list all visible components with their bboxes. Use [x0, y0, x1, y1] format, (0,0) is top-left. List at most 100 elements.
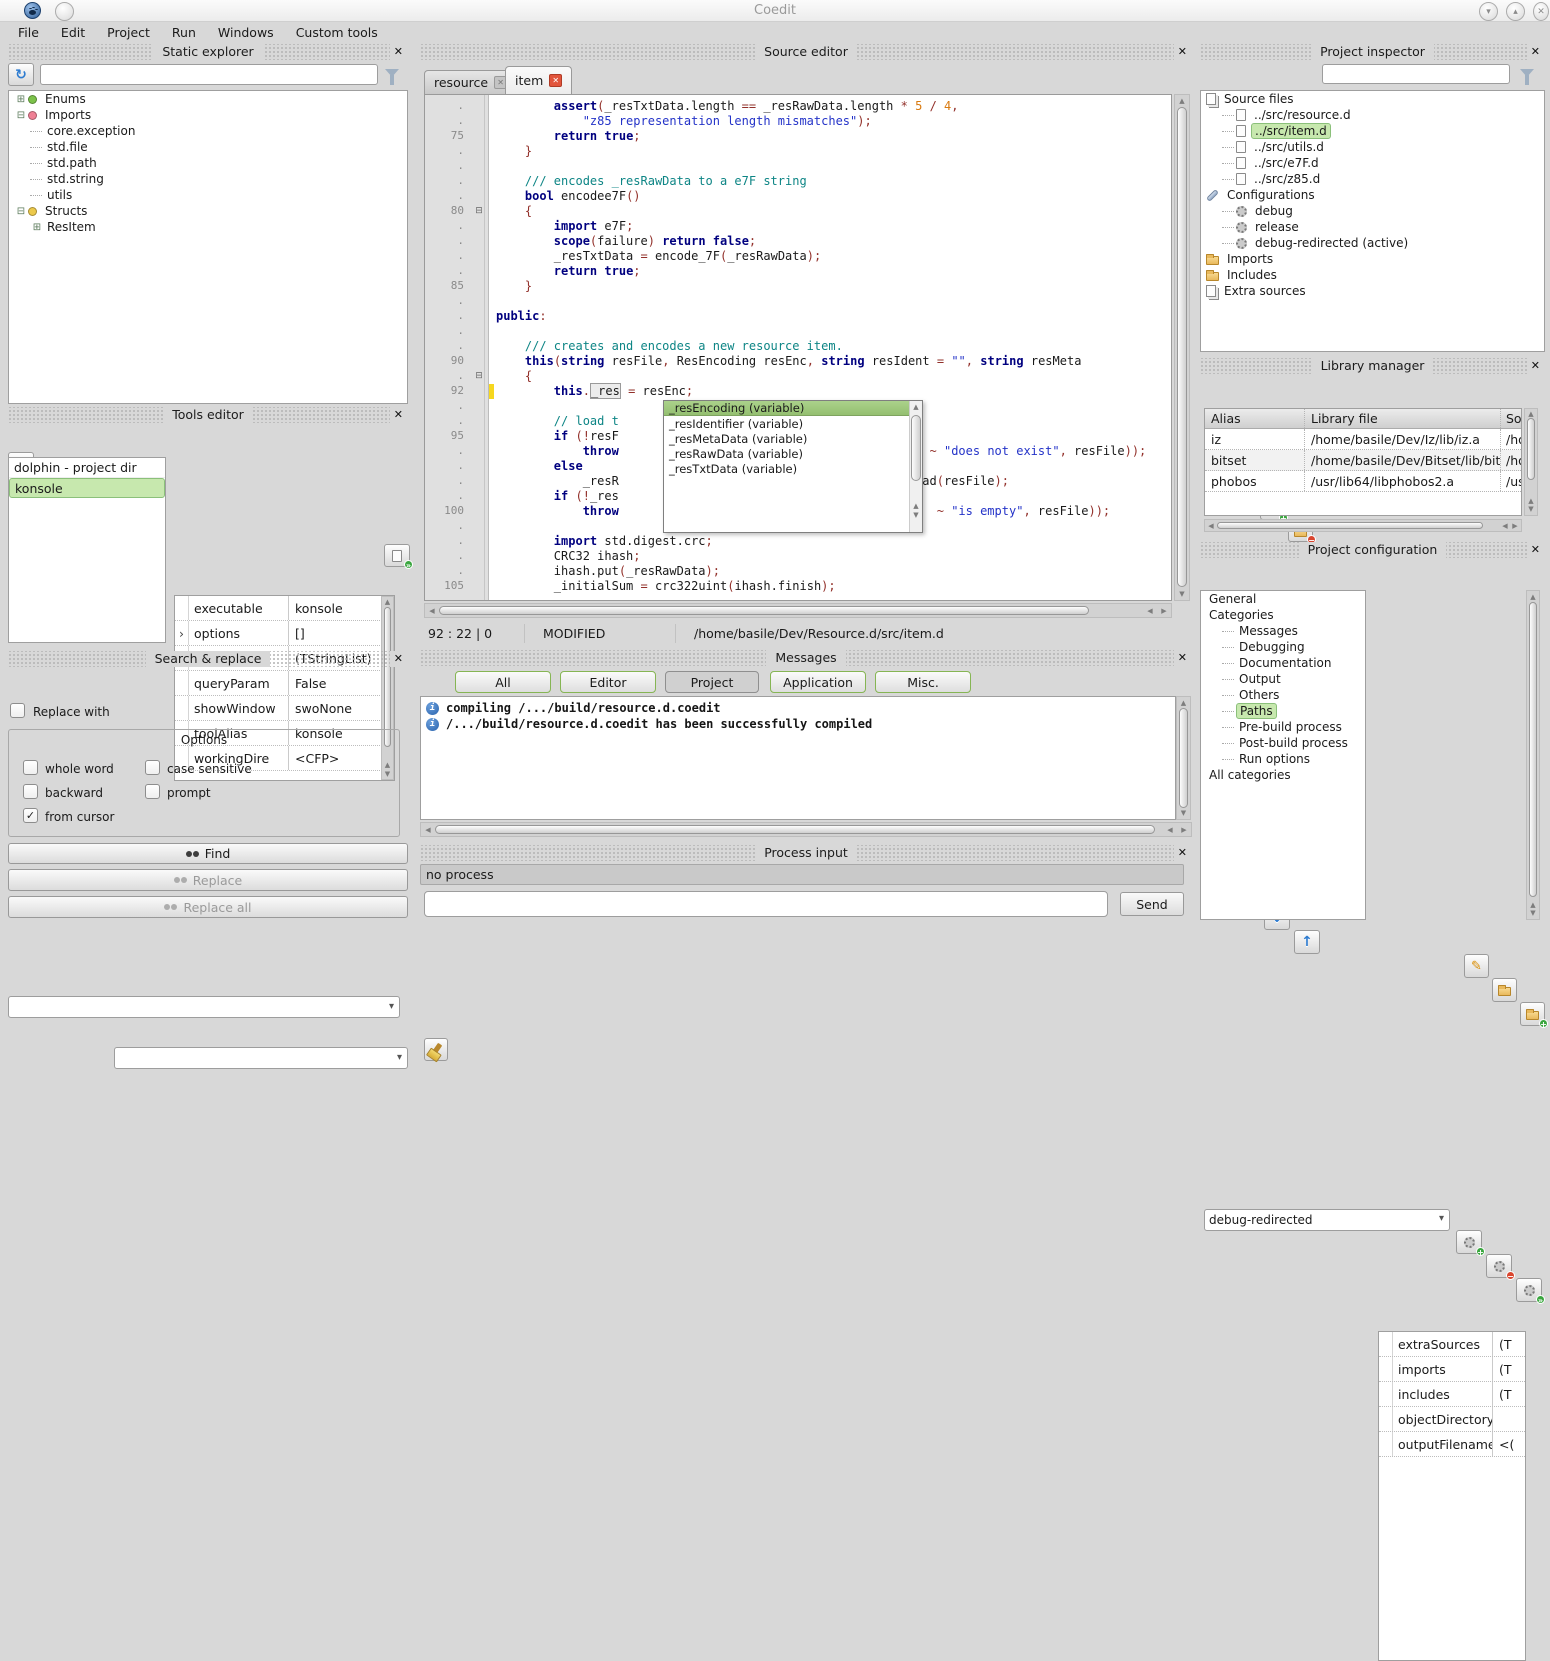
tree-item[interactable]: std.path: [9, 155, 407, 171]
project-inspector-filter-input[interactable]: [1322, 64, 1510, 84]
code-line[interactable]: . import std.digest.crc;: [425, 534, 1171, 549]
editor-hscrollbar[interactable]: ◀ ◀ ▶: [424, 603, 1172, 618]
code-line[interactable]: . ihash.put(_resRawData);: [425, 564, 1171, 579]
popup-scrollbar[interactable]: ▲ ▲ ▼: [909, 401, 922, 532]
code-line[interactable]: .⊟ {: [425, 369, 1171, 384]
tree-item[interactable]: std.string: [9, 171, 407, 187]
tree-item[interactable]: Run options: [1201, 751, 1365, 767]
minimize-button[interactable]: ▾: [1479, 2, 1498, 21]
property-row[interactable]: outputFilename<(: [1379, 1432, 1525, 1457]
completion-item[interactable]: _resIdentifier (variable): [664, 416, 909, 431]
menu-windows[interactable]: Windows: [208, 23, 284, 42]
library-row[interactable]: phobos/usr/lib64/libphobos2.a/us: [1205, 471, 1521, 492]
add-configuration-button[interactable]: +: [1456, 1230, 1482, 1254]
tree-item[interactable]: Includes: [1201, 267, 1544, 283]
property-row[interactable]: showWindowswoNone: [175, 696, 394, 721]
tree-item[interactable]: Debugging: [1201, 639, 1365, 655]
editor-vscrollbar[interactable]: ▲ ▼: [1174, 94, 1190, 601]
static-explorer-search-input[interactable]: [40, 64, 378, 85]
code-line[interactable]: . assert(_resTxtData.length == _resRawDa…: [425, 99, 1171, 114]
close-panel-icon[interactable]: ✕: [390, 651, 407, 667]
expander-icon[interactable]: ⊟: [14, 110, 28, 121]
clear-messages-button[interactable]: [424, 1038, 448, 1061]
code-line[interactable]: . bool encodee7F(): [425, 189, 1171, 204]
tree-item[interactable]: Source files: [1201, 91, 1544, 107]
code-line[interactable]: 80⊟ {: [425, 204, 1171, 219]
code-line[interactable]: . /// creates and encodes a new resource…: [425, 339, 1171, 354]
filter-clear-button[interactable]: [1520, 66, 1540, 86]
property-row[interactable]: extraSources(T: [1379, 1332, 1525, 1357]
completion-item[interactable]: _resRawData (variable): [664, 446, 909, 461]
property-row[interactable]: executablekonsole: [175, 596, 394, 621]
code-line[interactable]: . import e7F;: [425, 219, 1171, 234]
backward-checkbox[interactable]: [23, 784, 38, 799]
add-library-folder-button[interactable]: +: [1520, 1002, 1545, 1026]
filter-clear-button[interactable]: [385, 66, 405, 86]
tree-item[interactable]: Messages: [1201, 623, 1365, 639]
edit-library-button[interactable]: ✎: [1464, 954, 1489, 978]
maximize-button[interactable]: ▴: [1506, 2, 1525, 21]
property-row[interactable]: includes(T: [1379, 1382, 1525, 1407]
tab-resource[interactable]: resource ✕: [424, 70, 517, 94]
close-panel-icon[interactable]: ✕: [390, 44, 407, 60]
tree-item[interactable]: Documentation: [1201, 655, 1365, 671]
code-line[interactable]: 105 _initialSum = crc322uint(ihash.finis…: [425, 579, 1171, 594]
tree-item[interactable]: core.exception: [9, 123, 407, 139]
tree-item[interactable]: Configurations: [1201, 187, 1544, 203]
messages-vscrollbar[interactable]: ▲ ▼: [1176, 696, 1191, 820]
search-term-combo[interactable]: ▾: [8, 996, 400, 1018]
tool-list-item[interactable]: dolphin - project dir: [9, 458, 165, 478]
replace-all-button[interactable]: Replace all: [8, 896, 408, 918]
tree-item[interactable]: Pre-build process: [1201, 719, 1365, 735]
menu-edit[interactable]: Edit: [51, 23, 95, 42]
tree-item[interactable]: Paths: [1201, 703, 1365, 719]
replace-with-checkbox[interactable]: [10, 703, 25, 718]
completion-item[interactable]: _resEncoding (variable): [664, 401, 909, 416]
tree-item[interactable]: Post-build process: [1201, 735, 1365, 751]
messages-filter-project[interactable]: Project: [665, 671, 759, 693]
remove-configuration-button[interactable]: −: [1486, 1254, 1512, 1278]
whole-word-checkbox[interactable]: [23, 760, 38, 775]
tree-item[interactable]: Output: [1201, 671, 1365, 687]
close-panel-icon[interactable]: ✕: [1174, 650, 1191, 666]
replace-button[interactable]: Replace: [8, 869, 408, 891]
open-library-folder-button[interactable]: [1492, 978, 1517, 1002]
property-row[interactable]: objectDirectory: [1379, 1407, 1525, 1432]
tree-item[interactable]: debug-redirected (active): [1201, 235, 1544, 251]
property-row[interactable]: imports(T: [1379, 1357, 1525, 1382]
tree-item[interactable]: General: [1201, 591, 1365, 607]
messages-filter-application[interactable]: Application: [770, 671, 866, 693]
from-cursor-checkbox[interactable]: ✓: [23, 808, 38, 823]
close-panel-icon[interactable]: ✕: [1527, 44, 1544, 60]
completion-item[interactable]: _resTxtData (variable): [664, 461, 909, 476]
property-row[interactable]: queryParamFalse: [175, 671, 394, 696]
tree-item[interactable]: ⊞Enums: [9, 91, 407, 107]
code-line[interactable]: .: [425, 324, 1171, 339]
code-line[interactable]: 75 return true;: [425, 129, 1171, 144]
send-button[interactable]: Send: [1120, 892, 1184, 916]
property-row[interactable]: ›options[]: [175, 621, 394, 646]
move-library-up-button[interactable]: ↑: [1294, 930, 1320, 954]
tree-item[interactable]: ../src/resource.d: [1201, 107, 1544, 123]
tree-item[interactable]: Others: [1201, 687, 1365, 703]
code-line[interactable]: . return true;: [425, 264, 1171, 279]
replace-with-combo[interactable]: ▾: [114, 1047, 408, 1069]
library-hscrollbar[interactable]: ◀ ◀ ▶: [1204, 519, 1522, 532]
tree-item[interactable]: Categories: [1201, 607, 1365, 623]
tree-item[interactable]: ../src/utils.d: [1201, 139, 1544, 155]
tree-item[interactable]: ../src/z85.d: [1201, 171, 1544, 187]
expander-icon[interactable]: ⊞: [30, 222, 44, 233]
close-window-button[interactable]: ✕: [1533, 2, 1549, 21]
code-line[interactable]: .: [425, 294, 1171, 309]
refresh-button[interactable]: ↻: [8, 63, 34, 86]
code-line[interactable]: .: [425, 159, 1171, 174]
messages-filter-editor[interactable]: Editor: [560, 671, 656, 693]
code-line[interactable]: . CRC32 ihash;: [425, 549, 1171, 564]
shade-button[interactable]: [55, 2, 74, 21]
code-line[interactable]: . "z85 representation length mismatches"…: [425, 114, 1171, 129]
menu-custom-tools[interactable]: Custom tools: [286, 23, 388, 42]
messages-hscrollbar[interactable]: ◀ ◀ ▶: [420, 822, 1192, 837]
tree-item[interactable]: All categories: [1201, 767, 1365, 783]
app-icon[interactable]: [24, 2, 41, 19]
tree-item[interactable]: ../src/e7F.d: [1201, 155, 1544, 171]
